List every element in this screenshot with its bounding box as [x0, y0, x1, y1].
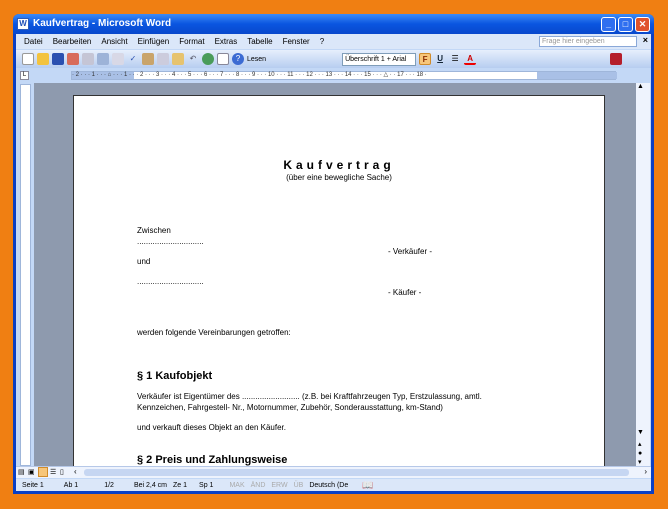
status-overtype[interactable]: ÜB	[294, 482, 304, 489]
status-page: Seite 1	[22, 481, 44, 489]
browse-object-icon[interactable]: ●	[638, 450, 642, 457]
spelling-status-icon[interactable]: 📖	[362, 480, 373, 491]
help-icon[interactable]: ?	[232, 53, 244, 65]
print-layout-view-icon[interactable]	[38, 467, 48, 477]
document-page[interactable]: Kaufvertrag (über eine bewegliche Sache)…	[73, 95, 605, 466]
scroll-left-icon[interactable]: ‹	[74, 467, 77, 476]
word-app-icon[interactable]: W	[17, 18, 29, 30]
tab-selector-icon[interactable]: L	[20, 71, 29, 80]
menu-ansicht[interactable]: Ansicht	[101, 37, 127, 46]
toolbar-extra-icon[interactable]	[610, 53, 623, 65]
menu-bearbeiten[interactable]: Bearbeiten	[53, 37, 92, 46]
permission-icon[interactable]	[67, 53, 79, 65]
previous-page-icon[interactable]: ▴	[638, 440, 642, 448]
undo-icon[interactable]: ↶	[187, 53, 199, 65]
doc-section1-line1: Verkäufer ist Eigentümer des ...........…	[137, 392, 482, 401]
web-view-icon[interactable]: ▣	[28, 468, 35, 476]
ruler-marks: · 2 · · · 1 · · · ⌂ · · · 1 · · · 2 · · …	[72, 72, 427, 78]
new-document-icon[interactable]	[22, 53, 34, 65]
read-button[interactable]: Lesen	[247, 56, 266, 63]
normal-view-icon[interactable]: ▤	[18, 468, 25, 476]
status-macro[interactable]: MAK	[229, 482, 244, 489]
status-column: Sp 1	[199, 481, 214, 489]
menu-bar: Datei Bearbeiten Ansicht Einfügen Format…	[16, 34, 651, 49]
status-pages: 1/2	[104, 481, 114, 489]
scroll-down-icon[interactable]: ▼	[637, 429, 644, 436]
vertical-scrollbar[interactable]: ▲ ▼ ▴ ● ▾	[636, 83, 650, 466]
close-button[interactable]: ✕	[635, 17, 650, 32]
document-area: Kaufvertrag (über eine bewegliche Sache)…	[34, 83, 636, 466]
print-icon[interactable]	[97, 53, 109, 65]
doc-agreement: werden folgende Vereinbarungen getroffen…	[137, 328, 291, 337]
horizontal-scroll-thumb[interactable]	[84, 469, 629, 476]
status-section: Ab 1	[63, 481, 79, 489]
doc-section1-heading: § 1 Kaufobjekt	[137, 370, 213, 382]
status-extend[interactable]: ERW	[271, 482, 287, 489]
doc-seller-role: - Verkäufer -	[388, 247, 433, 256]
doc-title: Kaufvertrag	[283, 158, 395, 172]
horizontal-scrollbar[interactable]: ▤ ▣ ☰ ▯ ‹ ›	[16, 466, 651, 478]
menu-fenster[interactable]: Fenster	[283, 37, 310, 46]
table-icon[interactable]	[217, 53, 229, 65]
font-color-icon[interactable]: A	[464, 53, 477, 65]
menu-format[interactable]: Format	[179, 37, 204, 46]
copy-icon[interactable]	[157, 53, 169, 65]
reading-view-icon[interactable]: ▯	[60, 468, 64, 476]
word-window: W Kaufvertrag - Microsoft Word _ □ ✕ Dat…	[13, 14, 654, 494]
minimize-button[interactable]: _	[601, 17, 616, 32]
scroll-right-icon[interactable]: ›	[644, 467, 647, 476]
doc-seller-dots: ..............................	[137, 237, 204, 246]
title-bar: W Kaufvertrag - Microsoft Word _ □ ✕	[13, 14, 654, 34]
style-select[interactable]: Überschrift 1 + Arial	[342, 52, 417, 66]
status-language[interactable]: Deutsch (De	[309, 482, 348, 489]
doc-subtitle: (über eine bewegliche Sache)	[286, 173, 392, 182]
doc-section2-heading: § 2 Preis und Zahlungsweise	[137, 454, 288, 466]
status-bar: Seite 1 Ab 1 1/2 Bei 2,4 cm Ze 1 Sp 1 MA…	[16, 479, 651, 491]
status-line: Ze 1	[173, 481, 188, 489]
menu-extras[interactable]: Extras	[215, 37, 238, 46]
paste-icon[interactable]	[172, 53, 184, 65]
research-icon[interactable]	[142, 53, 154, 65]
hyperlink-icon[interactable]	[202, 53, 214, 65]
print-preview-icon[interactable]	[112, 53, 124, 65]
line-spacing-icon[interactable]: ☰	[449, 53, 461, 65]
outline-view-icon[interactable]: ☰	[50, 468, 56, 476]
email-icon[interactable]	[82, 53, 94, 65]
doc-zwischen: Zwischen	[137, 226, 171, 235]
menu-tabelle[interactable]: Tabelle	[247, 37, 272, 46]
next-page-icon[interactable]: ▾	[638, 458, 642, 466]
menu-einfuegen[interactable]: Einfügen	[138, 37, 170, 46]
scroll-up-icon[interactable]: ▲	[637, 83, 644, 90]
menu-datei[interactable]: Datei	[24, 37, 43, 46]
doc-section1-line2: Kennzeichen, Fahrgestell- Nr., Motornumm…	[137, 403, 443, 412]
status-track-changes[interactable]: ÄND	[251, 482, 266, 489]
status-position: Bei 2,4 cm	[133, 481, 168, 489]
toolbar: ✓ ↶ ? Lesen Überschrift 1 + Arial F U ☰ …	[16, 50, 651, 68]
help-search-input[interactable]: Frage hier eingeben	[539, 36, 637, 47]
doc-buyer-dots: ..............................	[137, 277, 204, 286]
spelling-icon[interactable]: ✓	[127, 53, 139, 65]
menu-help[interactable]: ?	[320, 37, 324, 46]
bold-button[interactable]: F	[419, 53, 432, 65]
underline-button[interactable]: U	[434, 53, 446, 65]
maximize-button[interactable]: □	[618, 17, 633, 32]
open-icon[interactable]	[37, 53, 49, 65]
doc-section1-line3: und verkauft dieses Objekt an den Käufer…	[137, 423, 286, 432]
doc-buyer-role: - Käufer -	[388, 288, 422, 297]
close-document-icon[interactable]: ×	[643, 35, 648, 45]
doc-und: und	[137, 257, 151, 266]
horizontal-ruler[interactable]: L · 2 · · · 1 · · · ⌂ · · · 1 · · · 2 · …	[16, 69, 651, 82]
vertical-ruler[interactable]	[20, 84, 31, 466]
save-icon[interactable]	[52, 53, 64, 65]
window-title: Kaufvertrag - Microsoft Word	[33, 18, 172, 29]
